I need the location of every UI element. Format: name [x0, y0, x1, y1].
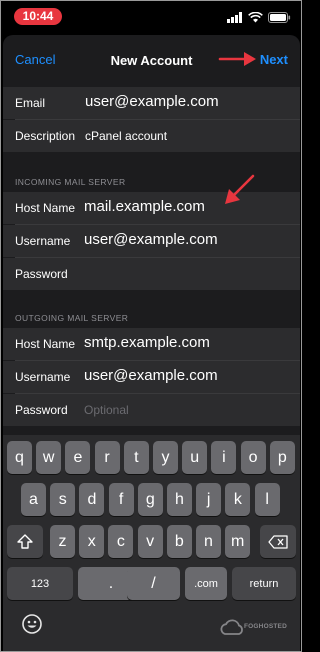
key-z[interactable]: z: [50, 525, 75, 558]
key-k[interactable]: k: [225, 483, 251, 516]
navigation-bar: Cancel New Account Next: [3, 35, 300, 87]
numbers-key[interactable]: 123: [7, 567, 73, 600]
cloud-logo-icon: [220, 619, 243, 635]
key-i[interactable]: i: [211, 441, 237, 474]
keyboard-row-1: qwertyuiop: [3, 441, 300, 479]
description-label: Description: [15, 129, 76, 143]
key-n[interactable]: n: [196, 525, 221, 558]
key-p[interactable]: p: [269, 441, 295, 474]
key-s[interactable]: s: [50, 483, 76, 516]
key-v[interactable]: v: [137, 525, 163, 558]
outgoing-section-header: OUTGOING MAIL SERVER: [15, 313, 129, 323]
key-f[interactable]: f: [108, 483, 134, 516]
email-label: Email: [15, 96, 46, 110]
slash-key[interactable]: /: [127, 567, 180, 600]
key-b[interactable]: b: [166, 525, 192, 558]
new-account-sheet: Cancel New Account Next Email user@examp…: [3, 35, 300, 435]
key-h[interactable]: h: [167, 483, 192, 516]
outgoing-host-value: smtp.example.com: [84, 334, 210, 351]
return-key[interactable]: return: [232, 567, 296, 600]
shift-key[interactable]: [7, 525, 43, 558]
outgoing-password-placeholder: Optional: [84, 403, 129, 417]
outgoing-password-field[interactable]: Password Optional: [3, 394, 300, 426]
email-value: user@example.com: [85, 93, 219, 110]
status-time: 10:44: [14, 8, 62, 25]
next-button[interactable]: Next: [260, 52, 288, 67]
outgoing-username-label: Username: [15, 370, 71, 384]
key-e[interactable]: e: [65, 441, 91, 474]
key-m[interactable]: m: [225, 525, 251, 558]
outgoing-password-label: Password: [15, 403, 68, 417]
incoming-username-field[interactable]: Username user@example.com: [3, 225, 300, 257]
incoming-username-label: Username: [15, 234, 71, 248]
dot-com-key[interactable]: .com: [185, 567, 227, 600]
incoming-host-label: Host Name: [15, 201, 76, 215]
key-w[interactable]: w: [36, 441, 62, 474]
outgoing-host-field[interactable]: Host Name smtp.example.com: [3, 328, 300, 360]
phone-screen: 10:44 Cancel New Account Next Email user…: [0, 0, 302, 652]
page-title: New Account: [110, 53, 193, 68]
key-l[interactable]: l: [254, 483, 280, 516]
keyboard-row-4: 123 . / .com return: [3, 567, 300, 605]
incoming-host-field[interactable]: Host Name mail.example.com: [3, 192, 300, 224]
incoming-password-label: Password: [15, 267, 68, 281]
signal-icon: [227, 11, 242, 23]
email-field[interactable]: Email user@example.com: [3, 87, 300, 119]
incoming-host-value: mail.example.com: [84, 198, 205, 215]
emoji-icon[interactable]: [21, 613, 43, 635]
backspace-key[interactable]: [260, 525, 296, 558]
description-value: cPanel account: [85, 129, 168, 143]
incoming-password-field[interactable]: Password: [3, 258, 300, 290]
key-d[interactable]: d: [79, 483, 105, 516]
keyboard-row-3: zxcvbnm: [3, 525, 300, 563]
key-q[interactable]: q: [7, 441, 32, 474]
key-c[interactable]: c: [108, 525, 134, 558]
key-u[interactable]: u: [182, 441, 208, 474]
description-field[interactable]: Description cPanel account: [3, 120, 300, 152]
shift-icon: [17, 534, 33, 549]
outgoing-host-label: Host Name: [15, 337, 76, 351]
keyboard-row-2: asdfghjkl: [3, 483, 300, 521]
key-r[interactable]: r: [94, 441, 120, 474]
incoming-section-header: INCOMING MAIL SERVER: [15, 177, 126, 187]
key-x[interactable]: x: [79, 525, 105, 558]
outgoing-username-field[interactable]: Username user@example.com: [3, 361, 300, 393]
outgoing-username-value: user@example.com: [84, 367, 218, 384]
watermark-logo: FOGHOSTED: [220, 615, 292, 641]
watermark-text: FOGHOSTED: [244, 623, 287, 630]
key-y[interactable]: y: [153, 441, 178, 474]
key-a[interactable]: a: [21, 483, 46, 516]
key-t[interactable]: t: [123, 441, 149, 474]
keyboard: qwertyuiop asdfghjkl zxcvbnm 123 . / .co…: [3, 435, 300, 651]
key-g[interactable]: g: [137, 483, 163, 516]
wifi-icon: [248, 11, 263, 22]
status-bar: 10:44: [1, 1, 301, 31]
incoming-username-value: user@example.com: [84, 231, 218, 248]
key-j[interactable]: j: [196, 483, 222, 516]
key-o[interactable]: o: [240, 441, 266, 474]
backspace-icon: [268, 534, 288, 549]
status-icons: [227, 10, 291, 24]
battery-icon: [268, 11, 291, 23]
